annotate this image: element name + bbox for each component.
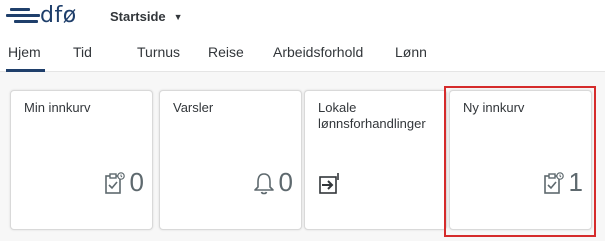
tab-reise[interactable]: Reise [208, 44, 244, 60]
tab-turnus[interactable]: Turnus [137, 44, 180, 60]
tab-bar: Hjem Tid Turnus Reise Arbeidsforhold Løn… [0, 34, 605, 72]
bell-icon [253, 173, 274, 195]
logo-text: dfø [40, 3, 77, 28]
tile-title: Min innkurv [24, 100, 91, 115]
tab-tid[interactable]: Tid [73, 44, 92, 60]
tile-varsler[interactable]: Varsler 0 [159, 90, 302, 230]
tile-lokale-lonnsforhandlinger[interactable]: Lokale lønnsforhandlinger [304, 90, 447, 230]
clipboard-check-icon [104, 172, 125, 194]
tile-count: 0 [129, 167, 144, 197]
tile-title: Lokale lønnsforhandlinger [318, 100, 426, 131]
dfo-logo[interactable]: dfø [6, 3, 86, 30]
tab-hjem[interactable]: Hjem [6, 44, 45, 72]
tab-lonn[interactable]: Lønn [395, 44, 427, 60]
arrow-into-box-icon [319, 173, 339, 194]
caret-down-icon: ▼ [173, 11, 183, 22]
tile-footer: 0 [253, 169, 293, 195]
logo-line-2 [6, 14, 40, 17]
home-menu-button[interactable]: Startside ▼ [110, 9, 183, 24]
shell-bar: dfø Startside ▼ [0, 0, 605, 34]
tile-count: 0 [278, 167, 293, 197]
tile-footer: 0 [104, 169, 144, 195]
logo-line-1 [10, 8, 30, 11]
home-menu-label: Startside [110, 9, 166, 24]
tile-title: Varsler [173, 100, 214, 115]
tab-arbeidsforhold[interactable]: Arbeidsforhold [273, 44, 363, 60]
logo-line-3 [14, 20, 38, 23]
highlight-box [444, 86, 596, 237]
tile-min-innkurv[interactable]: Min innkurv 0 [10, 90, 153, 230]
